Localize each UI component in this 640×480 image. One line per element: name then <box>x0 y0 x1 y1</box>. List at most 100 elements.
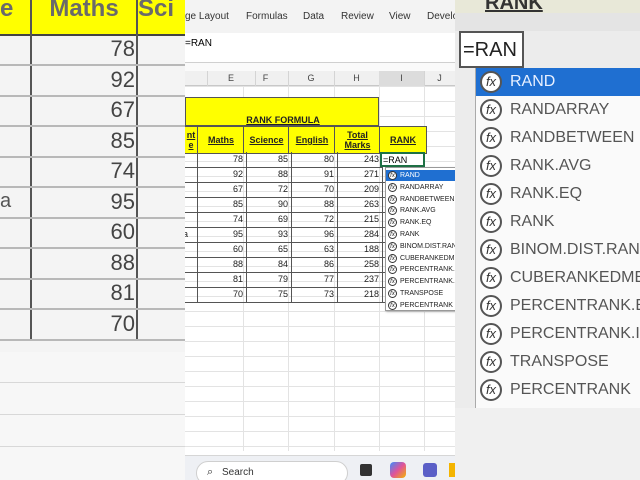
right-zoom-item-label: PERCENTRANK.IN <box>510 325 640 342</box>
science-cell[interactable]: 90 <box>243 197 292 213</box>
science-cell[interactable]: 65 <box>243 242 292 258</box>
taskbar-search[interactable]: ⌕ Search <box>196 461 348 480</box>
autocomplete-item[interactable]: fxBINOM.DIST.RANGE <box>386 241 455 252</box>
maths-cell[interactable]: 74 <box>197 212 247 228</box>
active-cell-rank[interactable]: =RAN <box>380 152 425 167</box>
autocomplete-item[interactable]: fx RAND <box>386 170 455 181</box>
gridline <box>185 401 455 402</box>
formula-bar[interactable]: =RAN <box>185 33 455 63</box>
function-icon: fx <box>388 230 397 239</box>
maths-cell[interactable]: 92 <box>197 167 247 183</box>
left-zoom-maths-value: 70 <box>110 310 135 336</box>
english-cell[interactable]: 86 <box>288 257 338 273</box>
tab-page-layout[interactable]: ge Layout <box>185 11 229 22</box>
autocomplete-item-label: RANK.AVG <box>400 207 436 215</box>
function-autocomplete-list[interactable]: fx RAND fx RANDARRAY fx RANDBETWEEN fx RANK.AVG… <box>385 167 455 311</box>
science-cell[interactable]: 84 <box>243 257 292 273</box>
maths-cell[interactable]: 67 <box>197 182 247 198</box>
autocomplete-item[interactable]: fx TRANSPOSE <box>386 288 455 299</box>
column-header-i[interactable]: I <box>379 71 425 86</box>
english-cell[interactable]: 91 <box>288 167 338 183</box>
taskbar-app-icon[interactable] <box>360 464 372 476</box>
tab-review[interactable]: Review <box>341 11 374 22</box>
left-zoom-maths-value: 74 <box>110 158 135 183</box>
science-cell[interactable]: 88 <box>243 167 292 183</box>
english-cell[interactable]: 80 <box>288 152 338 168</box>
gridline <box>185 446 455 447</box>
formula-bar-content[interactable]: =RAN <box>185 38 212 49</box>
autocomplete-item[interactable]: fxCUBERANKEDMEMBER <box>386 253 455 264</box>
right-zoom-item-label: CUBERANKEDME <box>510 269 640 286</box>
gridline <box>185 341 455 342</box>
autocomplete-item[interactable]: fx RANDARRAY <box>386 182 455 193</box>
english-cell[interactable]: 73 <box>288 287 338 303</box>
maths-cell[interactable]: 60 <box>197 242 247 258</box>
teams-icon[interactable] <box>423 463 437 477</box>
total-cell[interactable]: 209 <box>334 182 383 198</box>
header-rank[interactable]: RANK <box>379 126 427 154</box>
maths-cell[interactable]: 78 <box>197 152 247 168</box>
copilot-icon[interactable] <box>390 462 406 478</box>
right-zoom-autocomplete-item: fx PERCENTRANK <box>476 376 640 404</box>
header-science[interactable]: Science <box>243 126 290 154</box>
autocomplete-item[interactable]: fx RANK.AVG <box>386 205 455 216</box>
autocomplete-item[interactable]: fx RANK.EQ <box>386 217 455 228</box>
science-cell[interactable]: 93 <box>243 227 292 243</box>
maths-cell[interactable]: 88 <box>197 257 247 273</box>
maths-cell[interactable]: 85 <box>197 197 247 213</box>
left-zoom-row: 60 <box>0 217 185 249</box>
autocomplete-item[interactable]: fx PERCENTRANK <box>386 300 455 311</box>
left-zoom-row: 95 <box>0 187 185 219</box>
column-header-j[interactable]: J <box>424 71 455 86</box>
autocomplete-item[interactable]: fx RANK <box>386 229 455 240</box>
english-cell[interactable]: 77 <box>288 272 338 288</box>
autocomplete-item[interactable]: fxPERCENTRANK.INC <box>386 276 455 287</box>
total-cell[interactable]: 243 <box>334 152 383 168</box>
maths-cell[interactable]: 95 <box>197 227 247 243</box>
tab-data[interactable]: Data <box>303 11 324 22</box>
column-header-d[interactable] <box>185 71 208 86</box>
gridline <box>185 86 455 87</box>
right-zoom-item-label: RANDARRAY <box>510 101 610 118</box>
english-cell[interactable]: 96 <box>288 227 338 243</box>
english-cell[interactable]: 88 <box>288 197 338 213</box>
autocomplete-item[interactable]: fx RANDBETWEEN <box>386 194 455 205</box>
function-icon: fx <box>480 183 502 205</box>
function-icon: fx <box>388 300 397 310</box>
science-cell[interactable]: 79 <box>243 272 292 288</box>
column-header-h[interactable]: H <box>334 71 380 86</box>
science-cell[interactable]: 85 <box>243 152 292 168</box>
header-total-marks[interactable]: Total Marks <box>334 126 381 154</box>
excel-window: ge Layout Formulas Data Review View Deve… <box>185 0 455 480</box>
science-cell[interactable]: 75 <box>243 287 292 303</box>
column-header-g[interactable]: G <box>288 71 335 86</box>
total-cell[interactable]: 188 <box>334 242 383 258</box>
total-cell[interactable]: 218 <box>334 287 383 303</box>
left-zoom-row: 74 <box>0 156 185 188</box>
maths-cell[interactable]: 81 <box>197 272 247 288</box>
maths-cell[interactable]: 70 <box>197 287 247 303</box>
column-header-f[interactable]: F <box>243 71 289 86</box>
tab-formulas[interactable]: Formulas <box>246 11 288 22</box>
rank-formula-title-box: RANK FORMULA <box>185 97 379 126</box>
total-cell[interactable]: 284 <box>334 227 383 243</box>
total-cell[interactable]: 215 <box>334 212 383 228</box>
tab-developer[interactable]: Develo <box>427 11 455 22</box>
autocomplete-item-label: RAND <box>400 172 420 179</box>
total-cell[interactable]: 271 <box>334 167 383 183</box>
english-cell[interactable]: 63 <box>288 242 338 258</box>
autocomplete-item[interactable]: fxPERCENTRANK.EXC <box>386 264 455 275</box>
english-cell[interactable]: 70 <box>288 182 338 198</box>
science-cell[interactable]: 69 <box>243 212 292 228</box>
right-zoom-autocomplete: fx RAND fx RANDARRAY fx RANDBETWEEN fx RANK.AVG… <box>475 68 640 408</box>
header-english[interactable]: English <box>288 126 336 154</box>
function-icon: fx <box>388 194 397 204</box>
total-cell[interactable]: 237 <box>334 272 383 288</box>
science-cell[interactable]: 72 <box>243 182 292 198</box>
english-cell[interactable]: 72 <box>288 212 338 228</box>
tab-view[interactable]: View <box>389 11 411 22</box>
header-maths[interactable]: Maths <box>197 126 245 154</box>
function-icon: fx <box>388 171 397 180</box>
total-cell[interactable]: 263 <box>334 197 383 213</box>
total-cell[interactable]: 258 <box>334 257 383 273</box>
